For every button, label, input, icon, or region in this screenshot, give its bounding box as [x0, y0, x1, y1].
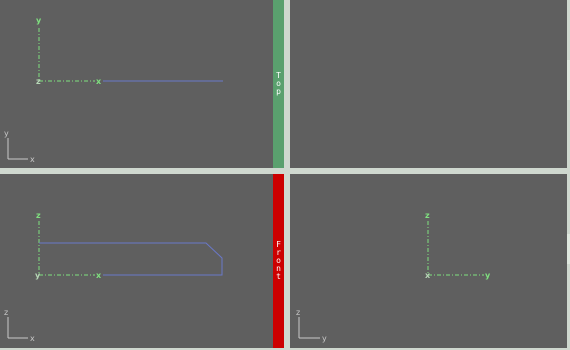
axis-label-origin: x [425, 271, 431, 280]
mini-label-vertical: z [296, 308, 300, 317]
viewport-perspective[interactable] [290, 0, 567, 168]
axis-label-origin: y [35, 271, 41, 280]
tab-top-view[interactable]: Top [273, 0, 284, 168]
mini-label-horizontal: x [30, 155, 35, 164]
tab-front-view-label: Front [276, 241, 281, 281]
mini-label-vertical: y [4, 129, 9, 138]
viewport-side[interactable]: z y x z y [290, 174, 567, 348]
axis-label-horizontal: x [96, 271, 102, 280]
viewport-top-canvas: y x z y x [4, 16, 223, 164]
axis-label-origin: z [36, 77, 41, 86]
tab-front-view[interactable]: Front [273, 174, 284, 348]
viewport-front[interactable]: z x y z x [0, 174, 273, 348]
viewport-side-canvas: z y x z y [296, 211, 491, 343]
mini-label-horizontal: x [30, 334, 35, 343]
viewport-top[interactable]: y x z y x [0, 0, 273, 168]
axis-label-vertical: z [425, 211, 430, 220]
mini-label-horizontal: y [322, 334, 327, 343]
viewport-front-canvas: z x y z x [4, 211, 223, 343]
axis-label-vertical: y [36, 16, 42, 25]
axis-label-vertical: z [36, 211, 41, 220]
tab-top-view-label: Top [276, 72, 281, 96]
model-outline [39, 242, 223, 276]
tab-letter: p [276, 87, 281, 96]
tab-letter: t [276, 272, 281, 281]
mini-label-vertical: z [4, 308, 8, 317]
axis-label-horizontal: x [96, 77, 102, 86]
axis-label-horizontal: y [485, 271, 491, 280]
